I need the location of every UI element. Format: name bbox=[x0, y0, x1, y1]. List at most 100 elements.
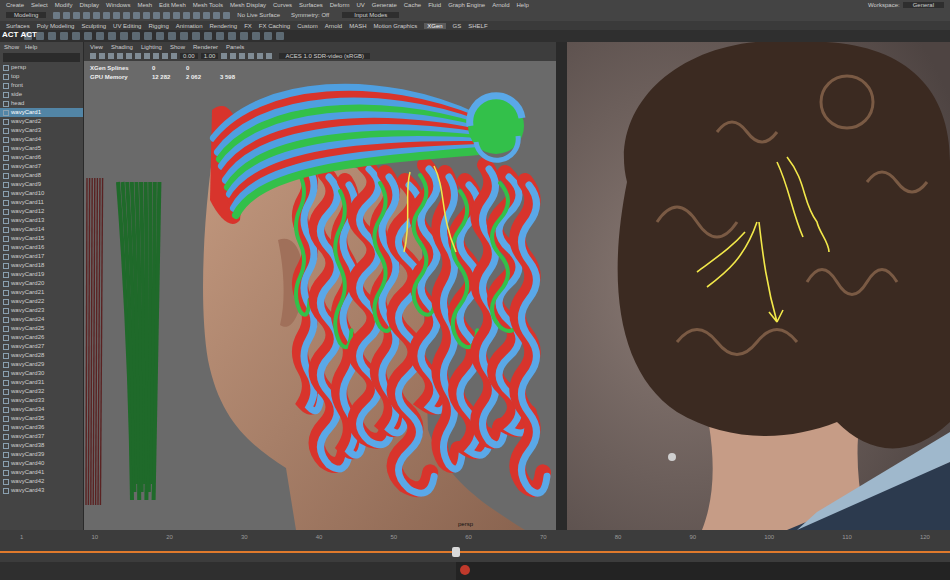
tool-icon[interactable] bbox=[153, 12, 160, 19]
shelf-tab[interactable]: Rigging bbox=[148, 23, 168, 29]
shelf-tab[interactable]: Poly Modeling bbox=[37, 23, 75, 29]
tool-icon[interactable] bbox=[143, 12, 150, 19]
tool-icon[interactable] bbox=[213, 12, 220, 19]
outliner-item[interactable]: wavyCard26 bbox=[0, 333, 83, 342]
shelf-tool-icon[interactable] bbox=[156, 32, 164, 40]
viewport-menu-item[interactable]: Lighting bbox=[141, 44, 162, 50]
outliner-item[interactable]: wavyCard28 bbox=[0, 351, 83, 360]
shelf-tab[interactable]: UV Editing bbox=[113, 23, 141, 29]
shelf-tab[interactable]: SHELF bbox=[468, 23, 487, 29]
viewport-tool-icon[interactable] bbox=[153, 53, 159, 59]
outliner-item[interactable]: wavyCard10 bbox=[0, 189, 83, 198]
outliner-item[interactable]: wavyCard29 bbox=[0, 360, 83, 369]
shelf-tab[interactable]: Sculpting bbox=[81, 23, 106, 29]
viewport-tool-icon[interactable] bbox=[239, 53, 245, 59]
menu-item[interactable]: Display bbox=[79, 2, 99, 8]
outliner-item[interactable]: wavyCard20 bbox=[0, 279, 83, 288]
shelf-tool-icon[interactable] bbox=[48, 32, 56, 40]
outliner-item[interactable]: wavyCard30 bbox=[0, 369, 83, 378]
shelf-tool-icon[interactable] bbox=[108, 32, 116, 40]
outliner-item[interactable]: head bbox=[0, 99, 83, 108]
outliner-item[interactable]: wavyCard31 bbox=[0, 378, 83, 387]
outliner-item[interactable]: wavyCard35 bbox=[0, 414, 83, 423]
outliner-item[interactable]: wavyCard15 bbox=[0, 234, 83, 243]
viewport-field[interactable]: 0.00 bbox=[180, 53, 198, 59]
outliner-item[interactable]: wavyCard27 bbox=[0, 342, 83, 351]
shelf-tab[interactable]: Custom bbox=[297, 23, 318, 29]
tool-icon[interactable] bbox=[183, 12, 190, 19]
outliner-item[interactable]: wavyCard32 bbox=[0, 387, 83, 396]
outliner-item[interactable]: wavyCard21 bbox=[0, 288, 83, 297]
menu-item[interactable]: Graph Engine bbox=[448, 2, 485, 8]
outliner-item[interactable]: wavyCard36 bbox=[0, 423, 83, 432]
outliner-item[interactable]: wavyCard25 bbox=[0, 324, 83, 333]
menu-item[interactable]: UV bbox=[356, 2, 364, 8]
shelf-tool-icon[interactable] bbox=[84, 32, 92, 40]
menu-item[interactable]: Help bbox=[517, 2, 529, 8]
viewport-tool-icon[interactable] bbox=[108, 53, 114, 59]
shelf-tool-icon[interactable] bbox=[192, 32, 200, 40]
menu-item[interactable]: Edit Mesh bbox=[159, 2, 186, 8]
shelf-tab[interactable]: FX Caching bbox=[259, 23, 290, 29]
time-track[interactable] bbox=[0, 544, 950, 560]
menu-item[interactable]: Modify bbox=[55, 2, 73, 8]
outliner-item[interactable]: wavyCard9 bbox=[0, 180, 83, 189]
viewport-tool-icon[interactable] bbox=[90, 53, 96, 59]
workspace-field[interactable]: General bbox=[903, 2, 944, 8]
outliner-item[interactable]: wavyCard4 bbox=[0, 135, 83, 144]
shelf-tab[interactable]: MASH bbox=[349, 23, 366, 29]
outliner-item[interactable]: wavyCard41 bbox=[0, 468, 83, 477]
menu-item[interactable]: Mesh bbox=[137, 2, 152, 8]
shelf-tool-icon[interactable] bbox=[36, 32, 44, 40]
shelf-tool-icon[interactable] bbox=[240, 32, 248, 40]
workspace-selector[interactable]: Workspace:General bbox=[868, 2, 944, 8]
viewport-field[interactable]: 1.00 bbox=[201, 53, 219, 59]
viewport-tool-icon[interactable] bbox=[126, 53, 132, 59]
outliner-item[interactable]: side bbox=[0, 90, 83, 99]
viewport-tool-icon[interactable] bbox=[266, 53, 272, 59]
outliner-item[interactable]: wavyCard38 bbox=[0, 441, 83, 450]
viewport-canvas[interactable]: XGen Splines00GPU Memory12 2822 0623 598… bbox=[84, 61, 556, 530]
tool-icon[interactable] bbox=[133, 12, 140, 19]
viewport-tool-icon[interactable] bbox=[230, 53, 236, 59]
viewport-tool-icon[interactable] bbox=[257, 53, 263, 59]
outliner-item[interactable]: front bbox=[0, 81, 83, 90]
tool-icon[interactable] bbox=[123, 12, 130, 19]
outliner-menu-item[interactable]: Help bbox=[25, 44, 37, 50]
shelf-tab[interactable]: GS bbox=[453, 23, 462, 29]
viewport-tool-icon[interactable] bbox=[135, 53, 141, 59]
shelf-tool-icon[interactable] bbox=[180, 32, 188, 40]
viewport-menu-item[interactable]: Shading bbox=[111, 44, 133, 50]
outliner-item[interactable]: wavyCard8 bbox=[0, 171, 83, 180]
tool-icon[interactable] bbox=[163, 12, 170, 19]
shelf-tool-icon[interactable] bbox=[276, 32, 284, 40]
shelf-tool-icon[interactable] bbox=[144, 32, 152, 40]
shelf-tool-icon[interactable] bbox=[252, 32, 260, 40]
outliner-item[interactable]: wavyCard14 bbox=[0, 225, 83, 234]
mode-dropdown[interactable]: Modeling bbox=[6, 12, 46, 18]
shelf-tab[interactable]: XGen bbox=[424, 23, 445, 29]
outliner-item[interactable]: wavyCard24 bbox=[0, 315, 83, 324]
playhead[interactable] bbox=[452, 547, 460, 557]
viewport-menu-item[interactable]: Renderer bbox=[193, 44, 218, 50]
live-surface[interactable]: No Live Surface bbox=[233, 12, 284, 18]
outliner-item[interactable]: wavyCard7 bbox=[0, 162, 83, 171]
tool-icon[interactable] bbox=[103, 12, 110, 19]
outliner-item[interactable]: wavyCard22 bbox=[0, 297, 83, 306]
tool-icon[interactable] bbox=[173, 12, 180, 19]
shelf-tab[interactable]: Arnold bbox=[325, 23, 342, 29]
tool-icon[interactable] bbox=[93, 12, 100, 19]
color-space-dropdown[interactable]: ACES 1.0 SDR-video (sRGB) bbox=[279, 53, 370, 59]
outliner-item[interactable]: wavyCard37 bbox=[0, 432, 83, 441]
tool-icon[interactable] bbox=[63, 12, 70, 19]
outliner-item[interactable]: wavyCard5 bbox=[0, 144, 83, 153]
viewport-menu-item[interactable]: Panels bbox=[226, 44, 244, 50]
shelf-tool-icon[interactable] bbox=[168, 32, 176, 40]
outliner-item[interactable]: wavyCard6 bbox=[0, 153, 83, 162]
shelf-tab[interactable]: FX bbox=[244, 23, 252, 29]
shelf-tool-icon[interactable] bbox=[228, 32, 236, 40]
outliner-search[interactable] bbox=[3, 53, 80, 62]
outliner-item[interactable]: wavyCard12 bbox=[0, 207, 83, 216]
menu-item[interactable]: Windows bbox=[106, 2, 130, 8]
menu-item[interactable]: Arnold bbox=[492, 2, 509, 8]
